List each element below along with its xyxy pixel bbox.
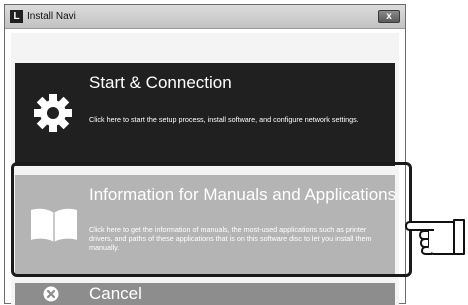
pointing-hand-icon [405, 219, 465, 255]
window-title: Install Navi [27, 11, 76, 22]
close-circle-icon [43, 286, 59, 302]
cancel-button[interactable]: Cancel [15, 283, 395, 305]
start-connection-button[interactable]: Start & Connection Click here to start t… [15, 63, 395, 166]
manuals-applications-description: Click here to get the information of man… [89, 225, 372, 252]
manuals-applications-title: Information for Manuals and Applications [89, 185, 397, 204]
gear-icon [34, 94, 72, 132]
manuals-applications-button[interactable]: Information for Manuals and Applications… [15, 175, 397, 275]
cancel-label: Cancel [89, 284, 142, 303]
start-connection-title: Start & Connection [89, 73, 232, 92]
app-icon: L [10, 10, 23, 23]
install-navi-window: L Install Navi x Start & Connection Clic… [4, 4, 406, 305]
menu-area: Start & Connection Click here to start t… [11, 33, 399, 305]
close-button[interactable]: x [378, 10, 400, 23]
start-connection-description: Click here to start the setup process, i… [89, 115, 359, 124]
title-bar: L Install Navi x [5, 5, 405, 29]
open-book-icon [31, 208, 77, 242]
